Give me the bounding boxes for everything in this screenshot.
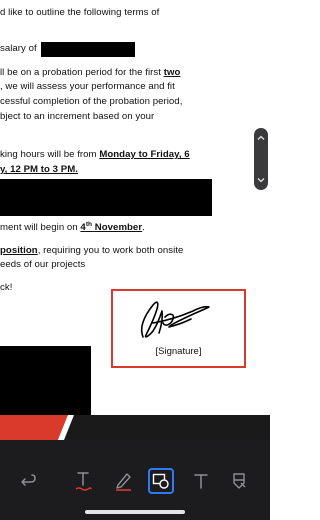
footer-band	[0, 415, 270, 440]
eraser-icon	[233, 473, 246, 489]
doc-line-7: king hours will be from Monday to Friday…	[0, 149, 190, 160]
text-icon	[194, 474, 208, 489]
highlighter-tool[interactable]	[112, 470, 134, 492]
home-indicator[interactable]	[85, 510, 185, 514]
eraser-tool[interactable]	[228, 470, 250, 492]
doc-line-1: d like to outline the following terms of	[0, 7, 160, 18]
text-underline-icon	[75, 472, 92, 491]
doc-line-3: ll be on a probation period for the firs…	[0, 67, 181, 78]
undo-button[interactable]	[18, 470, 40, 492]
document-page: d like to outline the following terms of…	[0, 0, 270, 440]
chevron-up-icon	[257, 135, 265, 140]
chevron-down-icon	[257, 178, 265, 183]
doc-line-2: salary of	[0, 43, 37, 54]
redacted-block	[0, 179, 212, 216]
text-tool[interactable]	[190, 470, 212, 492]
doc-line-9: ment will begin on 4th November.	[0, 220, 145, 233]
doc-line-5: cessful completion of the probation peri…	[0, 96, 183, 107]
doc-line-11: eeds of our projects	[0, 259, 86, 270]
doc-line-12: ck!	[0, 282, 13, 293]
signature-box[interactable]: [Signature]	[111, 289, 246, 368]
doc-line-4: , we will assess your performance and fi…	[0, 81, 175, 92]
signature-caption: [Signature]	[155, 346, 202, 357]
scroll-handle[interactable]	[254, 128, 268, 190]
doc-line-10: position, requiring you to work both ons…	[0, 245, 184, 256]
markup-toolbar	[0, 440, 270, 520]
shapes-tool-active[interactable]	[148, 468, 174, 494]
text-underline-tool[interactable]	[72, 470, 94, 492]
doc-line-6: bject to an increment based on your	[0, 111, 155, 122]
handwritten-signature	[140, 301, 210, 338]
undo-icon	[21, 474, 36, 486]
redacted-salary	[41, 42, 135, 57]
shapes-icon	[152, 473, 169, 489]
doc-line-8: y, 12 PM to 3 PM.	[0, 164, 78, 175]
redacted-footer-block	[0, 346, 91, 416]
highlighter-icon	[116, 473, 131, 491]
